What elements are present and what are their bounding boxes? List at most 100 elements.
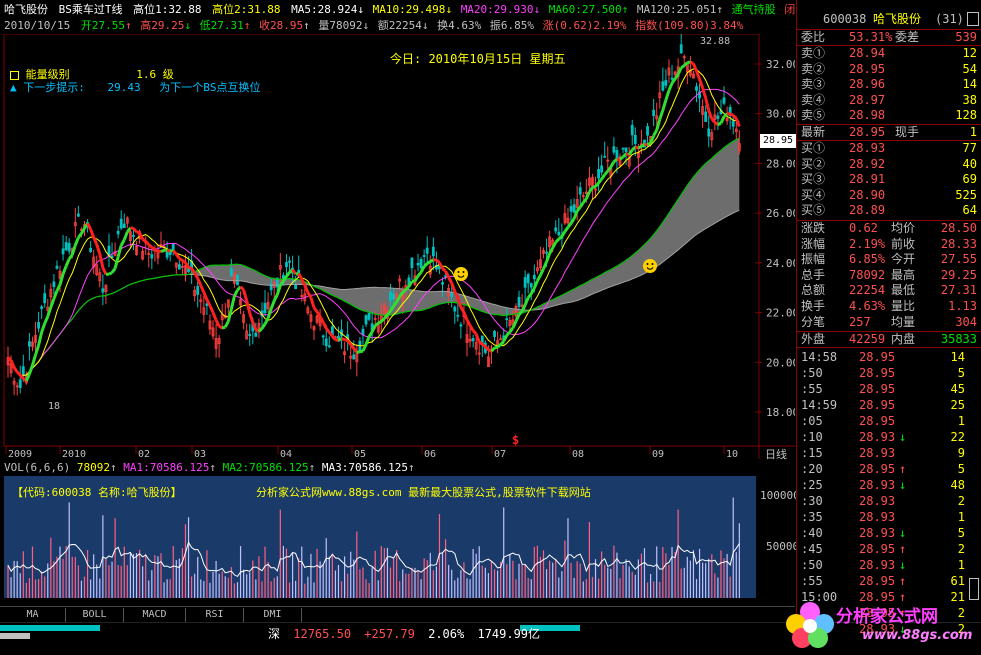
stat-value: 304 <box>955 314 977 329</box>
scroll-button[interactable] <box>967 12 979 26</box>
candle-body <box>572 204 576 213</box>
trend-line-segment <box>157 249 162 254</box>
sell-price: 28.97 <box>849 92 886 107</box>
tab-macd[interactable]: MACD <box>124 608 186 622</box>
tick-volume: 2 <box>957 542 965 556</box>
tick-volume: 1 <box>957 414 965 428</box>
x-tick-label: 05 <box>354 449 366 459</box>
candle-body <box>664 80 668 86</box>
stat-row: 总手 78092 最高 29.25 <box>799 268 979 283</box>
tick-arrow: ↓ <box>899 430 907 444</box>
buy-row: 买① 28.93 77 <box>799 141 979 156</box>
tick-arrow: ↓ <box>899 558 907 572</box>
buy-price: 28.89 <box>849 203 886 217</box>
market-index-row[interactable]: 深 12765.50 +257.79 2.06% 1749.99亿 <box>268 625 540 642</box>
tick-price: 28.93 <box>859 446 896 460</box>
candle-body <box>416 262 420 266</box>
ad-text[interactable]: 分析家公式网www.88gs.com 最新最大股票公式,股票软件下载网站 <box>256 484 591 500</box>
trend-line-segment <box>340 337 346 342</box>
tab-dmi[interactable]: DMI <box>244 608 302 622</box>
tick-time: :10 <box>801 430 823 444</box>
tab-ma[interactable]: MA <box>0 608 66 622</box>
buy-label: 买① <box>801 141 826 155</box>
sell-row: 卖① 28.94 12 <box>799 46 979 61</box>
bar-amplitude: 振6.85% <box>489 19 534 32</box>
ma10-value: MA10:29.498 <box>372 3 446 16</box>
trend-line-segment <box>359 349 364 354</box>
tick-volume: 45 <box>950 382 965 396</box>
stat-value: 0.62 <box>849 221 878 235</box>
candle-body <box>554 227 558 232</box>
trend-line-segment <box>689 60 695 65</box>
kline-chart[interactable]: 32.00 30.00 28.00 26.00 24.00 22.00 20.00 18.00… <box>0 34 796 461</box>
stat-label: 振幅 <box>801 252 826 267</box>
trend-line-segment <box>536 274 542 282</box>
tick-row: :30 28.93 2 <box>799 494 979 509</box>
trend-line-segment <box>221 325 226 330</box>
trend-line-segment <box>496 343 502 349</box>
vol-ma1: MA1:70586.125 <box>123 461 210 474</box>
status-gauge-left <box>0 625 100 631</box>
candle-body <box>661 81 665 91</box>
candle-body <box>37 321 40 329</box>
stat-label: 总额 <box>801 283 826 298</box>
candle-body <box>425 247 429 254</box>
candle-body <box>61 248 65 255</box>
trend-line-segment <box>160 248 165 254</box>
x-tick-label: 02 <box>138 449 150 459</box>
buy-volume: 69 <box>962 172 977 186</box>
trend-line-segment <box>297 272 304 280</box>
trend-line-segment <box>646 141 652 146</box>
smiley-icon <box>454 267 468 281</box>
trend-line-segment <box>245 300 252 314</box>
buy-label: 买② <box>801 156 826 171</box>
tab-rsi[interactable]: RSI <box>186 608 244 622</box>
trend-line-segment <box>12 366 19 373</box>
trend-line-segment <box>374 322 380 327</box>
stat-label: 最高 <box>891 267 916 282</box>
high1-value: 高位1:32.88 <box>133 3 202 16</box>
trend-line-segment <box>73 237 80 246</box>
sell-row: 卖④ 28.97 38 <box>799 93 979 108</box>
bar-close: 收28.95 <box>258 19 304 32</box>
trend-line-segment <box>380 317 386 323</box>
trend-line-segment <box>89 228 96 238</box>
trend-line-segment <box>187 265 193 270</box>
bar-open: 开27.55 <box>80 19 125 32</box>
bar-index: 指数(109.80)3.84% <box>635 19 744 32</box>
tick-time: :15 <box>801 446 823 460</box>
candle-body <box>165 251 169 258</box>
candle-body <box>76 213 80 217</box>
quote-title: 600038 哈飞股份 (31) <box>799 12 979 27</box>
smiley-eye <box>462 271 465 273</box>
stat-label: 分笔 <box>801 314 826 329</box>
candle-body <box>456 314 460 317</box>
trend-line-segment <box>631 145 637 151</box>
stat-value: 22254 <box>849 283 886 298</box>
tick-row: :40 28.93 ↓ 5 <box>799 526 979 541</box>
trend-line-segment <box>429 258 435 263</box>
tab-boll[interactable]: BOLL <box>66 608 124 622</box>
ma120-value: MA120:25.051 <box>636 3 717 16</box>
trend-line-segment <box>435 258 441 264</box>
tick-volume: 14 <box>950 350 965 364</box>
tongqi-label: 通气持股 <box>731 3 776 16</box>
candle-body <box>731 120 735 127</box>
trend-line-segment <box>141 238 147 243</box>
candle-body <box>716 115 720 119</box>
trend-line-segment <box>344 338 349 343</box>
kline-svg[interactable]: 32.00 30.00 28.00 26.00 24.00 22.00 20.00 18.00… <box>0 34 795 459</box>
trend-line-segment <box>321 321 328 330</box>
candle-body <box>28 341 31 347</box>
candle-body <box>517 296 521 307</box>
candle-body <box>621 147 625 150</box>
candle-body <box>285 262 288 267</box>
inner-value: 35833 <box>940 332 977 346</box>
volume-panel: 【代码:600038 名称:哈飞股份】 分析家公式网www.88gs.com 最… <box>4 476 756 598</box>
trend-line-segment <box>603 170 609 176</box>
trend-line-segment <box>591 185 596 189</box>
trend-line-segment <box>609 160 616 168</box>
trend-line-segment <box>101 267 108 275</box>
tick-price: 28.93 <box>859 430 896 444</box>
last-row: 最新 28.95 现手 1 <box>799 125 979 140</box>
